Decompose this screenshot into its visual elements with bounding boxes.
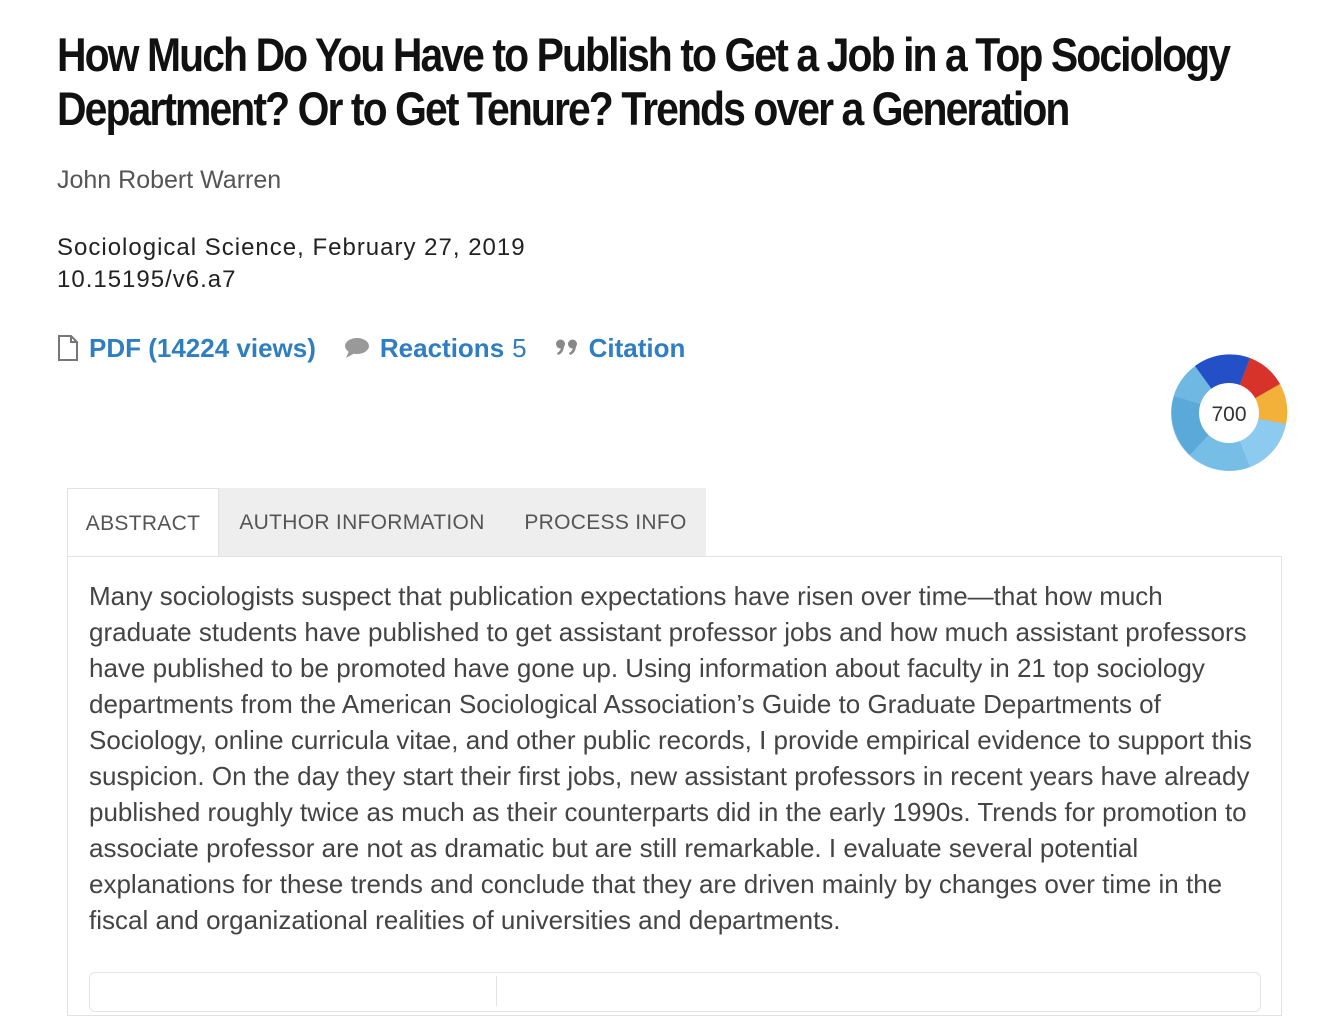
tab-abstract[interactable]: ABSTRACT (67, 488, 219, 558)
altmetric-score: 700 (1211, 403, 1247, 426)
pdf-link[interactable]: PDF (14224 views) (57, 333, 316, 364)
details-box (89, 972, 1261, 1012)
reactions-count: 5 (512, 332, 527, 363)
pdf-label: PDF (14224 views) (89, 332, 316, 363)
tab-author-information[interactable]: AUTHOR INFORMATION (219, 488, 505, 557)
article-title: How Much Do You Have to Publish to Get a… (57, 28, 1231, 135)
speech-bubble-icon (344, 337, 370, 359)
citation-link[interactable]: Citation (555, 332, 686, 364)
quote-icon (555, 338, 579, 358)
document-icon (57, 335, 79, 361)
author-name[interactable]: John Robert Warren (57, 166, 281, 195)
citation-label: Citation (588, 332, 686, 363)
journal-date: Sociological Science, February 27, 2019 (57, 234, 526, 261)
abstract-text: Many sociologists suspect that publicati… (89, 581, 1252, 935)
reactions-label: Reactions (379, 332, 505, 363)
info-tabs: ABSTRACT AUTHOR INFORMATION PROCESS INFO (67, 488, 706, 558)
article-actions: PDF (14224 views) Reactions 5 Citation (57, 330, 713, 366)
tab-process-info[interactable]: PROCESS INFO (505, 488, 706, 557)
details-divider (496, 976, 497, 1006)
altmetric-badge[interactable]: 700 (1170, 354, 1288, 472)
doi[interactable]: 10.15195/v6.a7 (57, 266, 236, 294)
reactions-link[interactable]: Reactions 5 (344, 333, 527, 364)
